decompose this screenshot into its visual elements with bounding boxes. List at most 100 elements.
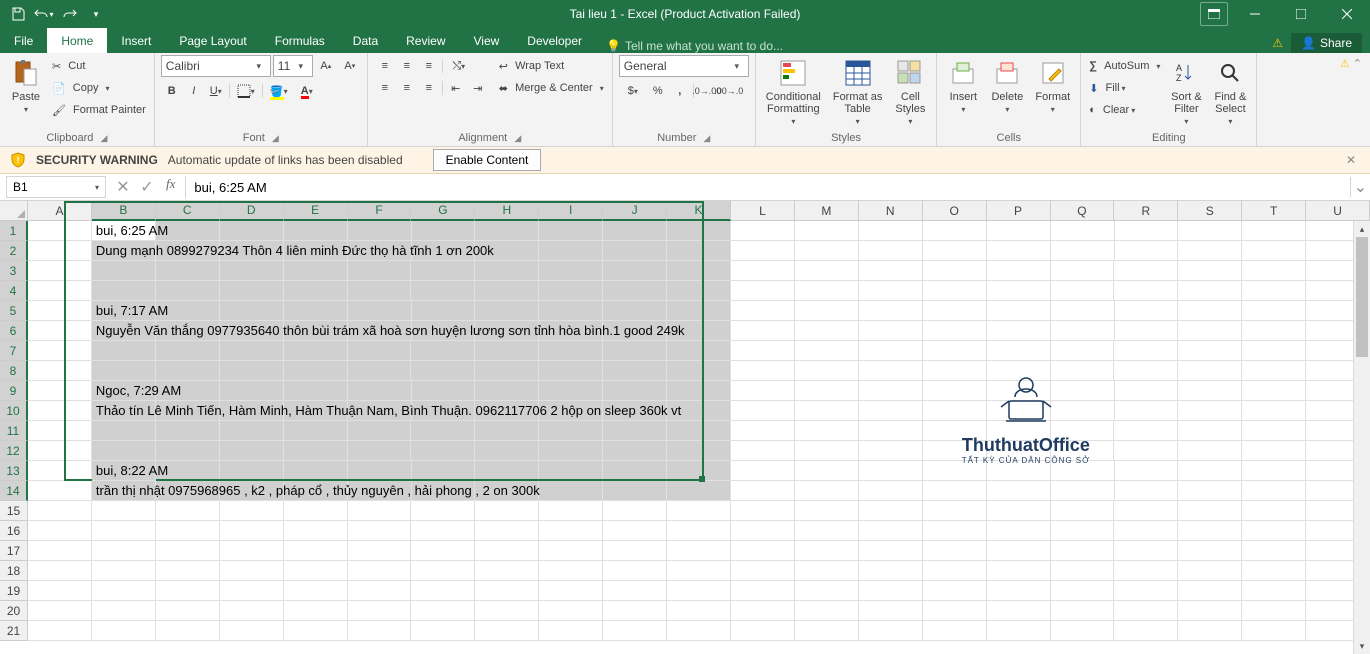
fill-color-button[interactable]: 🪣▾ [265, 80, 293, 102]
cell-M15[interactable] [795, 501, 859, 521]
cell-G16[interactable] [411, 521, 475, 541]
cell-T13[interactable] [1242, 461, 1306, 481]
clear-button[interactable]: ◐ Clear▾ [1087, 99, 1162, 121]
tab-developer[interactable]: Developer [513, 28, 596, 53]
cell-F20[interactable] [348, 601, 412, 621]
column-header-O[interactable]: O [923, 201, 987, 221]
cell-B8[interactable] [92, 361, 156, 381]
cell-D4[interactable] [220, 281, 284, 301]
cell-N5[interactable] [859, 301, 923, 321]
cell-F17[interactable] [348, 541, 412, 561]
cell-M12[interactable] [795, 441, 859, 461]
cell-R16[interactable] [1114, 521, 1178, 541]
row-header-21[interactable]: 21 [0, 621, 28, 641]
tab-home[interactable]: Home [47, 28, 107, 53]
cell-K14[interactable] [667, 481, 731, 501]
cell-A6[interactable] [28, 321, 92, 341]
format-painter-button[interactable]: 🖌 Format Painter [50, 99, 148, 121]
cell-J15[interactable] [603, 501, 667, 521]
cell-H13[interactable] [475, 461, 539, 481]
cell-J2[interactable] [603, 241, 667, 261]
cell-styles-button[interactable]: Cell Styles▾ [890, 55, 930, 128]
cell-Q20[interactable] [1051, 601, 1115, 621]
row-header-6[interactable]: 6 [0, 321, 28, 341]
accounting-format-button[interactable]: $▾ [619, 80, 647, 102]
comma-format-button[interactable]: , [669, 80, 691, 102]
cell-S12[interactable] [1178, 441, 1242, 461]
autosum-button[interactable]: ∑ AutoSum ▾ [1087, 55, 1162, 77]
cell-M4[interactable] [795, 281, 859, 301]
cell-K1[interactable] [667, 221, 731, 241]
cell-P16[interactable] [987, 521, 1051, 541]
cell-K16[interactable] [667, 521, 731, 541]
cell-L21[interactable] [731, 621, 795, 641]
cell-P7[interactable] [987, 341, 1051, 361]
cell-E12[interactable] [284, 441, 348, 461]
column-header-S[interactable]: S [1178, 201, 1242, 221]
percent-format-button[interactable]: % [647, 80, 669, 102]
column-header-U[interactable]: U [1306, 201, 1370, 221]
cell-R19[interactable] [1114, 581, 1178, 601]
cell-F1[interactable] [348, 221, 412, 241]
cell-L20[interactable] [731, 601, 795, 621]
tab-page-layout[interactable]: Page Layout [165, 28, 260, 53]
cell-P4[interactable] [987, 281, 1051, 301]
insert-cells-button[interactable]: Insert▾ [943, 55, 983, 116]
cell-M16[interactable] [795, 521, 859, 541]
cell-Q15[interactable] [1051, 501, 1115, 521]
cell-R5[interactable] [1115, 301, 1179, 321]
cell-Q17[interactable] [1051, 541, 1115, 561]
cell-B10[interactable]: Thảo tín Lê Minh Tiến, Hàm Minh, Hàm Thu… [92, 401, 156, 421]
cell-O1[interactable] [923, 221, 987, 241]
cell-E9[interactable] [284, 381, 348, 401]
cell-O6[interactable] [923, 321, 987, 341]
cell-L3[interactable] [731, 261, 795, 281]
qat-customize-button[interactable]: ▾ [84, 2, 108, 26]
column-header-N[interactable]: N [859, 201, 923, 221]
cell-A2[interactable] [28, 241, 92, 261]
cell-M17[interactable] [795, 541, 859, 561]
cell-O7[interactable] [923, 341, 987, 361]
cell-S20[interactable] [1178, 601, 1242, 621]
cell-M9[interactable] [795, 381, 859, 401]
cell-N18[interactable] [859, 561, 923, 581]
cell-B13[interactable]: bui, 8:22 AM [92, 461, 156, 481]
cell-J7[interactable] [603, 341, 667, 361]
cell-O16[interactable] [923, 521, 987, 541]
cell-I15[interactable] [539, 501, 603, 521]
cell-G21[interactable] [411, 621, 475, 641]
tab-view[interactable]: View [460, 28, 514, 53]
cell-S17[interactable] [1178, 541, 1242, 561]
cell-K3[interactable] [667, 261, 731, 281]
cell-B2[interactable]: Dung mạnh 0899279234 Thôn 4 liên minh Đứ… [92, 241, 156, 261]
row-header-19[interactable]: 19 [0, 581, 28, 601]
cell-R3[interactable] [1114, 261, 1178, 281]
cell-J18[interactable] [603, 561, 667, 581]
cell-N19[interactable] [859, 581, 923, 601]
cell-K2[interactable] [667, 241, 731, 261]
column-header-G[interactable]: G [411, 201, 475, 221]
cell-N11[interactable] [859, 421, 923, 441]
cell-Q10[interactable] [1051, 401, 1115, 421]
column-header-K[interactable]: K [667, 201, 731, 221]
clipboard-dialog-launcher[interactable]: ◢ [101, 133, 108, 144]
font-color-button[interactable]: A▾ [293, 80, 321, 102]
cell-O3[interactable] [923, 261, 987, 281]
cell-G7[interactable] [411, 341, 475, 361]
cell-I8[interactable] [539, 361, 603, 381]
column-header-A[interactable]: A [28, 201, 92, 221]
cell-L19[interactable] [731, 581, 795, 601]
cell-N2[interactable] [859, 241, 923, 261]
cell-B3[interactable] [92, 261, 156, 281]
font-name-combo[interactable]: Calibri▾ [161, 55, 271, 77]
cell-R11[interactable] [1114, 421, 1178, 441]
cell-F5[interactable] [348, 301, 412, 321]
font-dialog-launcher[interactable]: ◢ [272, 133, 279, 144]
cell-B5[interactable]: bui, 7:17 AM [92, 301, 156, 321]
cell-J19[interactable] [603, 581, 667, 601]
cell-P6[interactable] [987, 321, 1051, 341]
expand-formula-bar-button[interactable]: ⌄ [1350, 177, 1370, 197]
cell-E7[interactable] [284, 341, 348, 361]
cell-T20[interactable] [1242, 601, 1306, 621]
cell-P5[interactable] [987, 301, 1051, 321]
